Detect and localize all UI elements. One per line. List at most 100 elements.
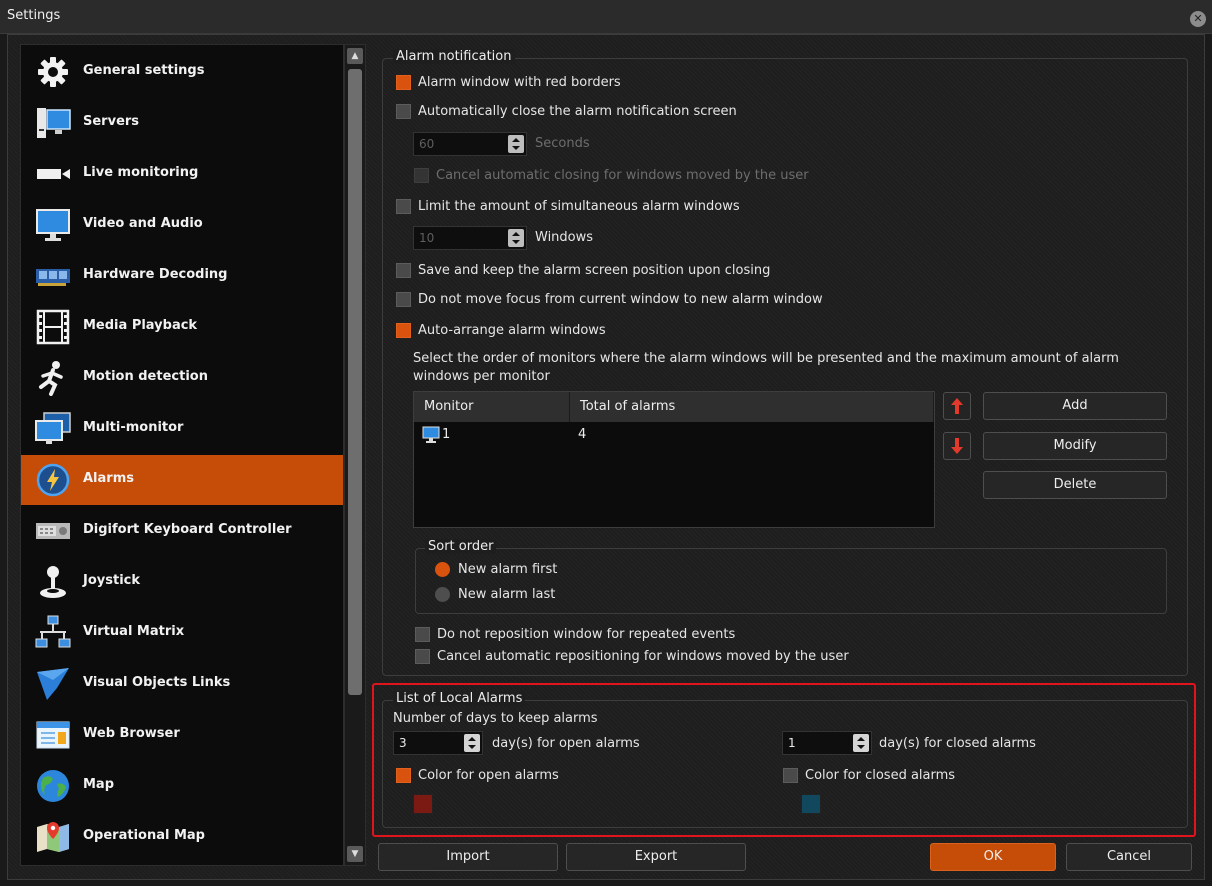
monitor-icon xyxy=(35,207,71,243)
spinner-arrows-icon[interactable] xyxy=(508,229,524,247)
joystick-icon xyxy=(35,564,71,600)
sidebar-item-virtual-matrix[interactable]: Virtual Matrix xyxy=(21,608,343,658)
order-description-line2: windows per monitor xyxy=(413,369,550,384)
checkbox-box[interactable] xyxy=(415,648,430,664)
column-header-total[interactable]: Total of alarms xyxy=(570,392,934,422)
spinner-arrows-icon[interactable] xyxy=(464,734,480,752)
no-focus-move-checkbox[interactable]: Do not move focus from current window to… xyxy=(396,289,823,309)
modify-button[interactable]: Modify xyxy=(983,432,1167,460)
sidebar-scrollbar[interactable]: ▲ ▼ xyxy=(344,44,366,866)
scrollbar-thumb[interactable] xyxy=(348,69,362,695)
sidebar-item-hardware-decoding[interactable]: Hardware Decoding xyxy=(21,251,343,301)
move-down-button[interactable] xyxy=(943,432,971,460)
globe-icon xyxy=(35,768,71,804)
move-up-button[interactable] xyxy=(943,392,971,420)
sidebar-item-label: Alarms xyxy=(83,471,134,486)
sidebar-item-visual-objects-links[interactable]: Visual Objects Links xyxy=(21,659,343,709)
sidebar-item-live-monitoring[interactable]: Live monitoring xyxy=(21,149,343,199)
sidebar-item-operational-map[interactable]: Operational Map xyxy=(21,812,343,862)
sidebar-item-label: Web Browser xyxy=(83,726,180,741)
sidebar-item-label: Hardware Decoding xyxy=(83,267,228,282)
radio-new-alarm-last[interactable]: New alarm last xyxy=(435,584,555,604)
checkbox-box[interactable] xyxy=(396,291,411,307)
ok-button[interactable]: OK xyxy=(930,843,1056,871)
sidebar: General settings Servers Live monitoring… xyxy=(20,44,344,866)
title-bar: Settings ✕ xyxy=(0,0,1212,34)
sidebar-item-web-browser[interactable]: Web Browser xyxy=(21,710,343,760)
checkbox-box[interactable] xyxy=(396,262,411,278)
color-open-checkbox[interactable]: Color for open alarms xyxy=(396,765,559,785)
export-button[interactable]: Export xyxy=(566,843,746,871)
sidebar-item-label: Servers xyxy=(83,114,140,129)
sidebar-item-keyboard-controller[interactable]: Digifort Keyboard Controller xyxy=(21,506,343,556)
sidebar-item-motion-detection[interactable]: Motion detection xyxy=(21,353,343,403)
gear-icon xyxy=(35,54,71,90)
radio-dot[interactable] xyxy=(435,561,450,577)
sidebar-item-joystick[interactable]: Joystick xyxy=(21,557,343,607)
cell-total: 4 xyxy=(578,427,587,442)
table-row[interactable]: 1 4 xyxy=(414,424,934,446)
sidebar-item-label: Video and Audio xyxy=(83,216,203,231)
close-icon[interactable]: ✕ xyxy=(1190,11,1206,27)
cell-monitor: 1 xyxy=(442,427,451,442)
seconds-spinner[interactable]: 60 xyxy=(413,132,527,156)
checkbox-label: Cancel automatic closing for windows mov… xyxy=(436,167,809,183)
sidebar-item-alarms[interactable]: Alarms xyxy=(21,455,343,505)
auto-close-checkbox[interactable]: Automatically close the alarm notificati… xyxy=(396,101,737,121)
checkbox-label: Do not reposition window for repeated ev… xyxy=(437,626,736,642)
column-header-monitor[interactable]: Monitor xyxy=(414,392,570,422)
auto-arrange-checkbox[interactable]: Auto-arrange alarm windows xyxy=(396,320,606,340)
checkbox-box[interactable] xyxy=(783,767,798,783)
sidebar-item-map[interactable]: Map xyxy=(21,761,343,811)
red-borders-checkbox[interactable]: Alarm window with red borders xyxy=(396,72,621,92)
running-man-icon xyxy=(35,360,71,396)
import-button[interactable]: Import xyxy=(378,843,558,871)
sidebar-item-servers[interactable]: Servers xyxy=(21,98,343,148)
spinner-arrows-icon[interactable] xyxy=(853,734,869,752)
sidebar-item-label: General settings xyxy=(83,63,205,78)
sidebar-item-media-playback[interactable]: Media Playback xyxy=(21,302,343,352)
checkbox-box[interactable] xyxy=(396,198,411,214)
checkbox-box[interactable] xyxy=(396,74,411,90)
no-reposition-checkbox[interactable]: Do not reposition window for repeated ev… xyxy=(415,624,735,644)
monitor-table[interactable]: Monitor Total of alarms 1 4 xyxy=(413,391,935,528)
closed-alarm-color-swatch[interactable] xyxy=(801,794,821,814)
spinner-value: 1 xyxy=(788,736,796,750)
map-pin-icon xyxy=(35,819,71,855)
checkbox-box[interactable] xyxy=(415,626,430,642)
scroll-up-icon[interactable]: ▲ xyxy=(347,48,363,64)
checkbox-box[interactable] xyxy=(396,767,411,783)
open-days-unit: day(s) for open alarms xyxy=(492,736,640,751)
camera-icon xyxy=(35,156,71,192)
checkbox-box[interactable] xyxy=(396,103,411,119)
scroll-down-icon[interactable]: ▼ xyxy=(347,846,363,862)
save-position-checkbox[interactable]: Save and keep the alarm screen position … xyxy=(396,260,770,280)
sidebar-item-label: Media Playback xyxy=(83,318,198,333)
spinner-arrows-icon[interactable] xyxy=(508,135,524,153)
cancel-button[interactable]: Cancel xyxy=(1066,843,1192,871)
sidebar-item-label: Virtual Matrix xyxy=(83,624,185,639)
radio-new-alarm-first[interactable]: New alarm first xyxy=(435,559,557,579)
checkbox-box[interactable] xyxy=(396,322,411,338)
delete-button[interactable]: Delete xyxy=(983,471,1167,499)
order-description-line1: Select the order of monitors where the a… xyxy=(413,351,1119,366)
sidebar-item-label: Joystick xyxy=(83,573,141,588)
cancel-reposition-checkbox[interactable]: Cancel automatic repositioning for windo… xyxy=(415,646,849,666)
open-days-spinner[interactable]: 3 xyxy=(393,731,483,755)
radio-dot[interactable] xyxy=(435,586,450,602)
color-closed-checkbox[interactable]: Color for closed alarms xyxy=(783,765,955,785)
open-alarm-color-swatch[interactable] xyxy=(413,794,433,814)
closed-days-spinner[interactable]: 1 xyxy=(782,731,872,755)
sort-order-title: Sort order xyxy=(425,539,497,554)
checkbox-label: Do not move focus from current window to… xyxy=(418,291,823,307)
sidebar-item-label: Digifort Keyboard Controller xyxy=(83,522,292,537)
windows-spinner[interactable]: 10 xyxy=(413,226,527,250)
sidebar-item-general-settings[interactable]: General settings xyxy=(21,47,343,97)
film-icon xyxy=(35,309,71,345)
add-button[interactable]: Add xyxy=(983,392,1167,420)
sidebar-item-multi-monitor[interactable]: Multi-monitor xyxy=(21,404,343,454)
limit-windows-checkbox[interactable]: Limit the amount of simultaneous alarm w… xyxy=(396,196,740,216)
visual-objects-icon xyxy=(35,666,71,702)
checkbox-box xyxy=(414,167,429,183)
sidebar-item-video-and-audio[interactable]: Video and Audio xyxy=(21,200,343,250)
